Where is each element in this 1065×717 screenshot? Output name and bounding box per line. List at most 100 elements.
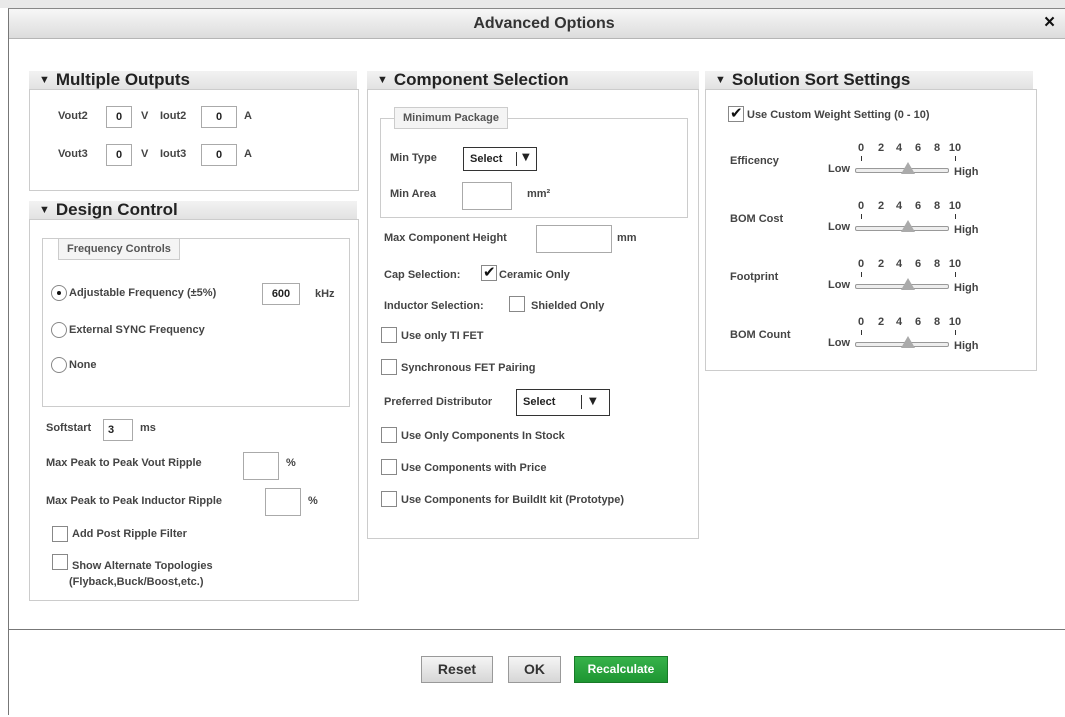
distributor-value: Select [523,396,556,408]
weight-slider[interactable]: 0 2 4 6 8 10 Low High [828,200,979,244]
slider-scale-number: 0 [857,258,865,270]
max-height-input[interactable] [536,225,612,253]
iout3-input[interactable]: 0 [201,144,237,166]
in-stock-checkbox[interactable] [381,427,397,443]
recalculate-button[interactable]: Recalculate [574,656,668,683]
weight-slider[interactable]: 0 2 4 6 8 10 Low High [828,316,979,360]
solution-sort-header[interactable]: ▼ Solution Sort Settings [705,71,1033,89]
component-selection-header[interactable]: ▼ Component Selection [367,71,699,89]
iout2-input[interactable]: 0 [201,106,237,128]
slider-scale-number: 6 [914,200,922,212]
background-strip [0,0,1065,8]
slider-scale-number: 6 [914,258,922,270]
triangle-down-icon: ▼ [39,74,50,86]
slider-tick [955,272,956,277]
alternate-topologies-label: Show Alternate Topologies [72,560,213,572]
slider-scale-number: 0 [857,316,865,328]
ceramic-only-checkbox[interactable] [481,263,497,281]
slider-high-label: High [954,224,979,236]
slider-thumb[interactable] [901,278,915,290]
advanced-options-dialog: Advanced Options × ▼ Multiple Outputs Vou… [8,8,1065,715]
min-type-select[interactable]: Select ▼ [463,147,537,171]
triangle-down-icon: ▼ [715,74,726,86]
frequency-input[interactable]: 600 [262,283,300,305]
slider-scale-number: 6 [914,316,922,328]
slider-scale-number: 2 [877,142,885,154]
alternate-topologies-checkbox[interactable] [52,554,68,570]
ceramic-only-label: Ceramic Only [499,269,570,281]
adjustable-frequency-radio[interactable] [51,285,67,301]
component-selection-title: Component Selection [393,70,569,89]
sync-fet-checkbox[interactable] [381,359,397,375]
inductor-ripple-label: Max Peak to Peak Inductor Ripple [46,495,223,507]
vout-ripple-label: Max Peak to Peak Vout Ripple [46,457,202,469]
reset-button[interactable]: Reset [421,656,493,683]
solution-sort-title: Solution Sort Settings [731,70,911,89]
shielded-only-label: Shielded Only [531,300,605,312]
min-area-label: Min Area [390,188,437,200]
component-selection-panel: Minimum Package Min Type Select ▼ Min Ar… [367,89,699,539]
in-stock-label: Use Only Components In Stock [401,430,565,442]
slider-thumb[interactable] [901,220,915,232]
slider-thumb[interactable] [901,162,915,174]
external-sync-radio[interactable] [51,322,67,338]
slider-thumb[interactable] [901,336,915,348]
inductor-ripple-unit: % [308,495,318,507]
max-height-label: Max Component Height [384,232,507,244]
dialog-title: Advanced Options [473,15,615,32]
slider-tick [955,214,956,219]
min-area-input[interactable] [462,182,512,210]
alternate-topologies-sublabel: (Flyback,Buck/Boost,etc.) [69,576,204,588]
ti-fet-label: Use only TI FET [401,330,484,342]
shielded-only-checkbox[interactable] [509,296,525,312]
post-ripple-filter-checkbox[interactable] [52,526,68,542]
vout2-unit: V [141,110,149,122]
custom-weight-label: Use Custom Weight Setting (0 - 10) [747,109,930,121]
distributor-label: Preferred Distributor [384,396,493,408]
design-control-header[interactable]: ▼ Design Control [29,201,357,219]
slider-tick [861,272,862,277]
iout3-label: Iout3 [160,148,187,160]
weight-slider[interactable]: 0 2 4 6 8 10 Low High [828,142,978,186]
none-radio[interactable] [51,357,67,373]
ti-fet-checkbox[interactable] [381,327,397,343]
slider-low-label: Low [828,337,850,349]
multiple-outputs-title: Multiple Outputs [55,70,190,89]
design-control-panel: Frequency Controls Adjustable Frequency … [29,219,359,601]
close-icon[interactable]: × [1044,12,1055,34]
frequency-controls-group [42,238,350,407]
max-height-unit: mm [617,232,637,244]
slider-scale-number: 8 [933,258,941,270]
slider-label: Footprint [730,271,779,283]
slider-high-label: High [954,340,979,352]
min-area-unit: mm² [527,188,551,200]
slider-low-label: Low [828,279,850,291]
iout2-unit: A [244,110,252,122]
custom-weight-checkbox[interactable] [728,104,744,122]
dialog-titlebar[interactable]: Advanced Options × [9,9,1065,39]
inductor-ripple-input[interactable] [265,488,301,516]
slider-scale-number: 10 [948,200,962,212]
vout3-input[interactable]: 0 [106,144,132,166]
with-price-checkbox[interactable] [381,459,397,475]
slider-scale-number: 10 [948,316,962,328]
vout-ripple-input[interactable] [243,452,279,480]
vout3-unit: V [141,148,149,160]
buildit-checkbox[interactable] [381,491,397,507]
frequency-controls-legend: Frequency Controls [58,238,180,260]
ok-button[interactable]: OK [508,656,561,683]
multiple-outputs-header[interactable]: ▼ Multiple Outputs [29,71,357,89]
none-label: None [69,359,97,371]
slider-scale-number: 6 [914,142,922,154]
softstart-input[interactable]: 3 [103,419,133,441]
cap-selection-label: Cap Selection: [384,269,461,281]
slider-scale-number: 4 [895,316,903,328]
minimum-package-legend: Minimum Package [394,107,508,129]
distributor-select[interactable]: Select ▼ [516,389,610,416]
post-ripple-filter-label: Add Post Ripple Filter [72,528,187,540]
sync-fet-label: Synchronous FET Pairing [401,362,536,374]
vout2-input[interactable]: 0 [106,106,132,128]
slider-tick [861,214,862,219]
weight-slider[interactable]: 0 2 4 6 8 10 Low High [828,258,978,302]
chevron-down-icon: ▼ [589,396,597,407]
